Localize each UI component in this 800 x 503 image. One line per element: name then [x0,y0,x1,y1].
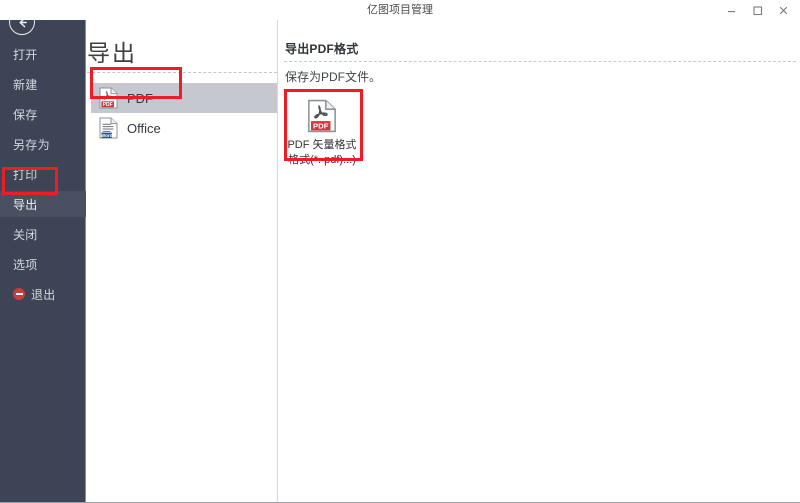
close-button[interactable] [770,1,796,19]
sidebar-item-label: 打印 [13,166,38,183]
sidebar-item-options[interactable]: 选项 [0,251,86,277]
sidebar-nav-list: 打开 新建 保存 另存为 打印 导出 关闭 选项 [0,41,86,307]
word-file-icon: Word [99,117,118,139]
minimize-button[interactable] [718,1,744,19]
sidebar-item-export[interactable]: 导出 [0,191,86,217]
sidebar-item-label: 导出 [13,196,38,213]
sidebar-item-label: 关闭 [13,226,38,243]
sidebar-item-print[interactable]: 打印 [0,161,86,187]
pdf-format-card-line2: 格式(*. pdf)...) [288,153,356,167]
detail-panel: 导出PDF格式 保存为PDF文件。 PDF PDF 矢量格式 格式(*. pdf… [279,20,800,502]
sidebar-item-save[interactable]: 保存 [0,101,86,127]
detail-divider [284,61,796,62]
pdf-file-icon: PDF [307,99,337,133]
export-target-list: PDF PDF [91,83,277,143]
export-target-label: PDF [127,91,153,106]
sidebar-item-label: 退出 [31,286,56,303]
title-divider [87,72,277,73]
sidebar-item-label: 新建 [13,76,38,93]
sidebar-item-open[interactable]: 打开 [0,41,86,67]
sidebar-item-label: 选项 [13,256,38,273]
sidebar-item-label: 打开 [13,46,38,63]
exit-icon [13,288,25,300]
sidebar-item-exit[interactable]: 退出 [0,281,86,307]
detail-description: 保存为PDF文件。 [285,68,381,85]
backstage-sidebar: 打开 新建 保存 另存为 打印 导出 关闭 选项 [0,0,86,502]
svg-text:PDF: PDF [103,102,113,108]
sidebar-item-new[interactable]: 新建 [0,71,86,97]
pdf-format-card[interactable]: PDF PDF 矢量格式 格式(*. pdf)...) [287,93,357,169]
sidebar-item-label: 另存为 [13,136,50,153]
svg-text:PDF: PDF [313,122,329,131]
sidebar-item-close[interactable]: 关闭 [0,221,86,247]
export-target-label: Office [127,121,161,136]
application-window: 亿图项目管理 [0,0,800,503]
maximize-button[interactable] [744,1,770,19]
export-column: 导出 PDF PDF [87,20,278,502]
sidebar-item-label: 保存 [13,106,38,123]
sidebar-item-save-as[interactable]: 另存为 [0,131,86,157]
detail-title: 导出PDF格式 [285,40,358,57]
pdf-format-card-line1: PDF 矢量格式 [287,138,356,152]
export-target-office[interactable]: Word Office [91,113,277,143]
title-bar: 亿图项目管理 [0,0,800,20]
svg-text:Word: Word [101,133,113,138]
window-controls [718,0,796,20]
window-title: 亿图项目管理 [0,0,800,20]
export-target-pdf[interactable]: PDF PDF [91,83,277,113]
page-title: 导出 [87,34,137,68]
pdf-file-icon: PDF [99,87,118,109]
